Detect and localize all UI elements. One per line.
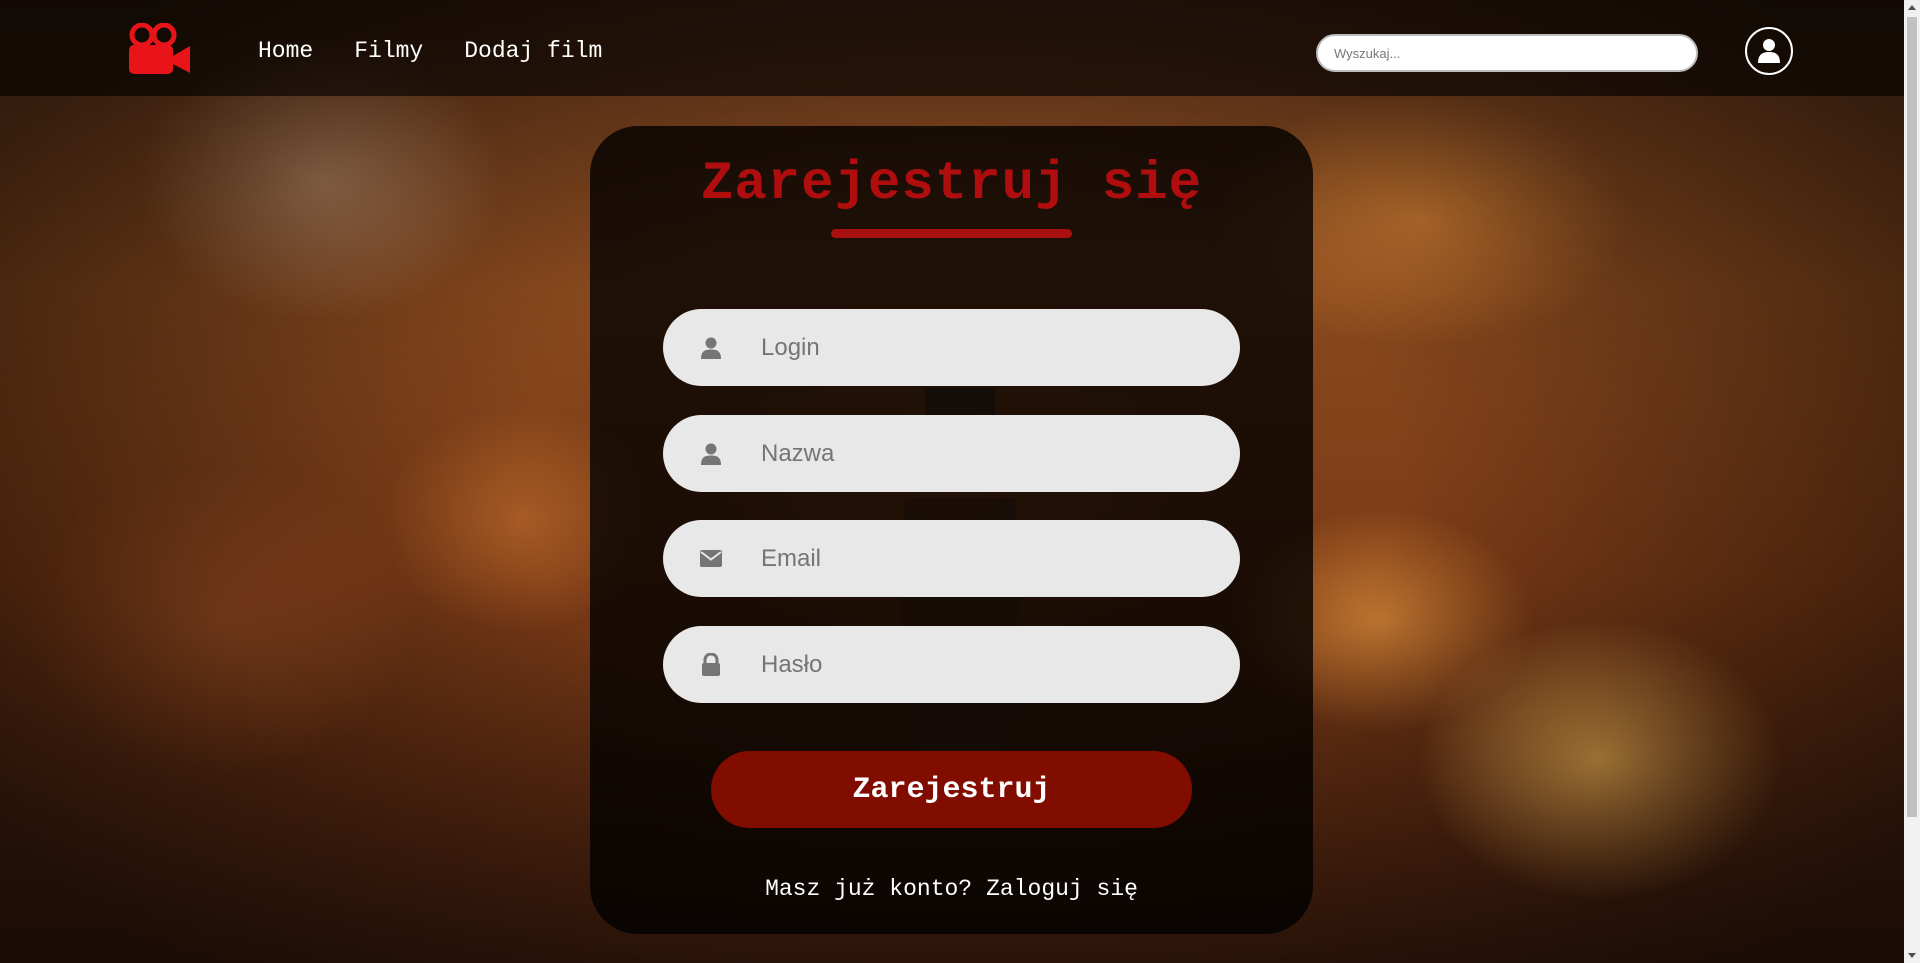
password-input[interactable] [759, 649, 1203, 680]
user-account-button[interactable] [1745, 27, 1793, 75]
search-input[interactable] [1316, 34, 1698, 72]
movie-camera-logo-icon[interactable] [128, 23, 190, 75]
user-icon [699, 442, 723, 466]
email-field[interactable] [663, 520, 1240, 597]
login-field[interactable] [663, 309, 1240, 386]
login-link[interactable]: Zaloguj się [986, 876, 1138, 902]
scroll-down-arrow-icon[interactable] [1908, 953, 1916, 958]
top-navbar: Home Filmy Dodaj film [0, 0, 1904, 96]
name-field[interactable] [663, 415, 1240, 492]
user-icon [699, 336, 723, 360]
scroll-up-arrow-icon[interactable] [1908, 5, 1916, 10]
register-submit-button[interactable]: Zarejestruj [711, 751, 1192, 828]
nav-link-filmy[interactable]: Filmy [354, 38, 423, 64]
lock-icon [699, 652, 723, 677]
register-title: Zarejestruj się [700, 154, 1203, 215]
envelope-icon [699, 547, 723, 571]
user-avatar-icon [1758, 39, 1780, 63]
login-input[interactable] [759, 332, 1203, 363]
email-input[interactable] [759, 543, 1203, 574]
name-input[interactable] [759, 438, 1203, 469]
nav-link-home[interactable]: Home [258, 38, 313, 64]
nav-links: Home Filmy Dodaj film [258, 38, 602, 64]
password-field[interactable] [663, 626, 1240, 703]
vertical-scrollbar[interactable] [1904, 0, 1920, 963]
nav-link-dodaj-film[interactable]: Dodaj film [464, 38, 602, 64]
page-background: Home Filmy Dodaj film Zarejestruj się [0, 0, 1920, 963]
title-underline [831, 229, 1072, 238]
have-account-text: Masz już konto? [765, 876, 973, 902]
scrollbar-thumb[interactable] [1907, 17, 1917, 817]
have-account-line: Masz już konto? Zaloguj się [0, 876, 1903, 902]
